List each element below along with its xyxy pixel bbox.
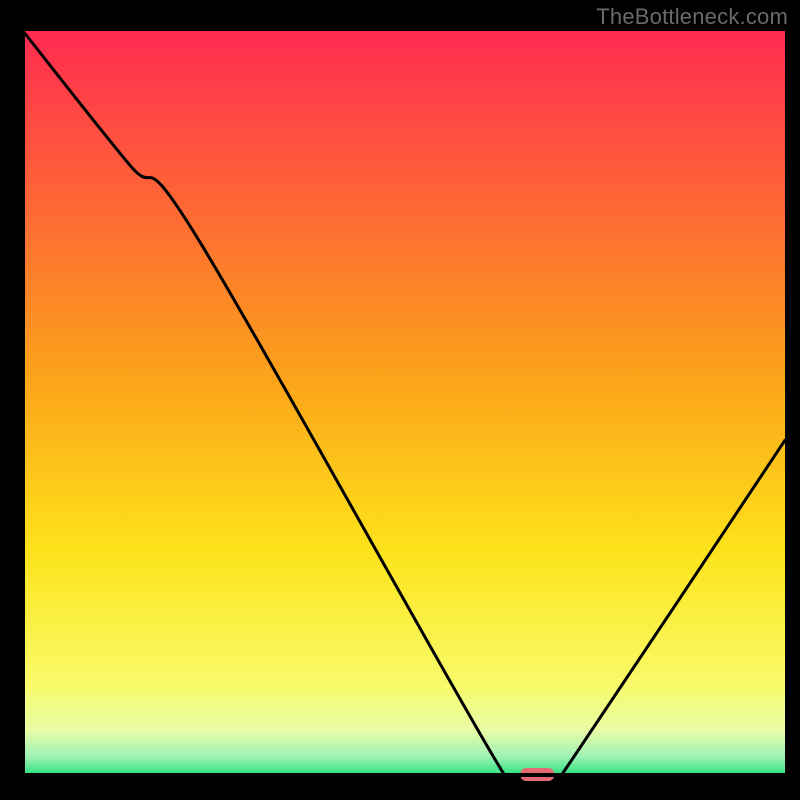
plot-background	[23, 31, 785, 775]
watermark-text: TheBottleneck.com	[596, 4, 788, 30]
bottleneck-chart	[0, 0, 800, 800]
